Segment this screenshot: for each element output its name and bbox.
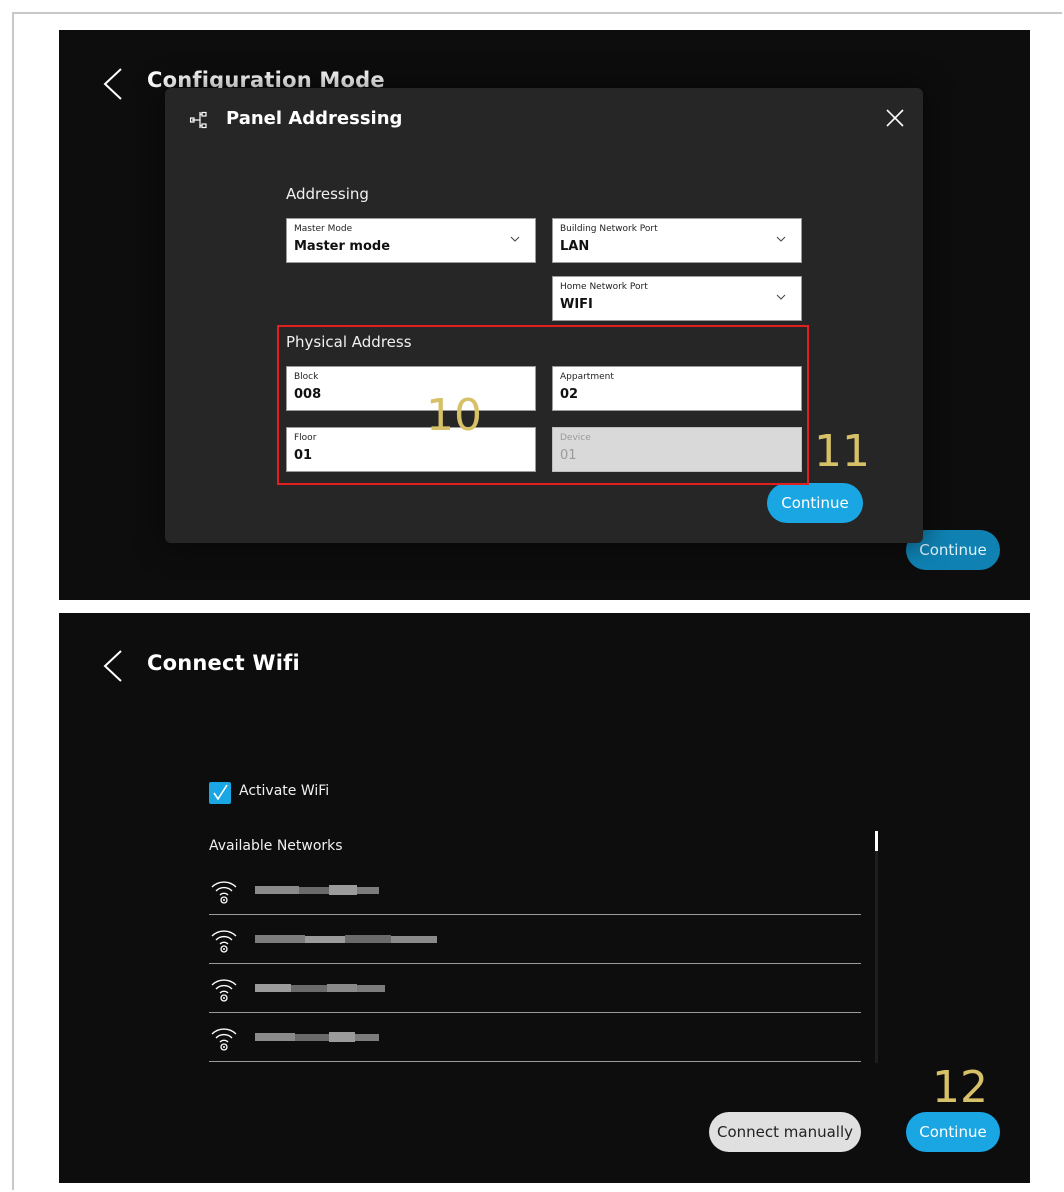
activate-wifi-label: Activate WiFi [239,783,330,799]
chevron-down-icon [776,236,786,242]
chevron-down-icon [510,236,520,242]
chevron-down-icon [776,294,786,300]
activate-wifi-checkbox[interactable] [209,782,231,804]
master-mode-value: Master mode [294,239,391,254]
dialog-continue-button[interactable]: Continue [767,483,863,523]
wifi-icon [211,979,237,1002]
wifi-icon [211,930,237,953]
panel-addressing-icon [190,111,207,129]
close-icon[interactable] [885,108,905,128]
home-network-port-select[interactable]: Home Network Port WIFI [552,276,802,321]
annotation-marker-12: 12 [932,1062,988,1113]
master-mode-select[interactable]: Master Mode Master mode [286,218,536,263]
building-network-port-label: Building Network Port [560,224,658,234]
pixelated-network-name [255,935,437,943]
home-network-port-value: WIFI [560,297,593,312]
back-arrow-icon[interactable] [101,67,127,101]
back-arrow-icon[interactable] [101,649,127,683]
scrollbar-track[interactable] [875,831,878,1063]
available-networks-heading: Available Networks [209,838,343,854]
network-list-item[interactable] [209,964,861,1013]
annotation-marker-10: 10 [426,390,482,441]
configuration-mode-screen: Configuration Mode Continue Panel Addres… [59,30,1030,600]
connect-wifi-screen: Connect Wifi Activate WiFi Available Net… [59,613,1030,1183]
wifi-icon [211,881,237,904]
addressing-section-label: Addressing [286,185,369,203]
dialog-title: Panel Addressing [226,108,403,129]
network-list-item[interactable] [209,866,861,915]
building-network-port-value: LAN [560,239,590,254]
pixelated-network-name [255,885,379,895]
master-mode-label: Master Mode [294,224,353,234]
building-network-port-select[interactable]: Building Network Port LAN [552,218,802,263]
home-network-port-label: Home Network Port [560,282,648,292]
scrollbar-thumb[interactable] [875,831,878,851]
checkmark-icon [213,784,228,801]
physical-address-highlight [277,325,809,485]
continue-button[interactable]: Continue [906,1112,1000,1152]
screen-title: Connect Wifi [147,651,300,675]
pixelated-network-name [255,1032,379,1042]
annotation-marker-11: 11 [814,426,870,477]
network-list-item[interactable] [209,915,861,964]
network-list-item[interactable] [209,1013,861,1062]
connect-manually-button[interactable]: Connect manually [709,1112,861,1152]
pixelated-network-name [255,984,385,992]
wifi-icon [211,1028,237,1051]
